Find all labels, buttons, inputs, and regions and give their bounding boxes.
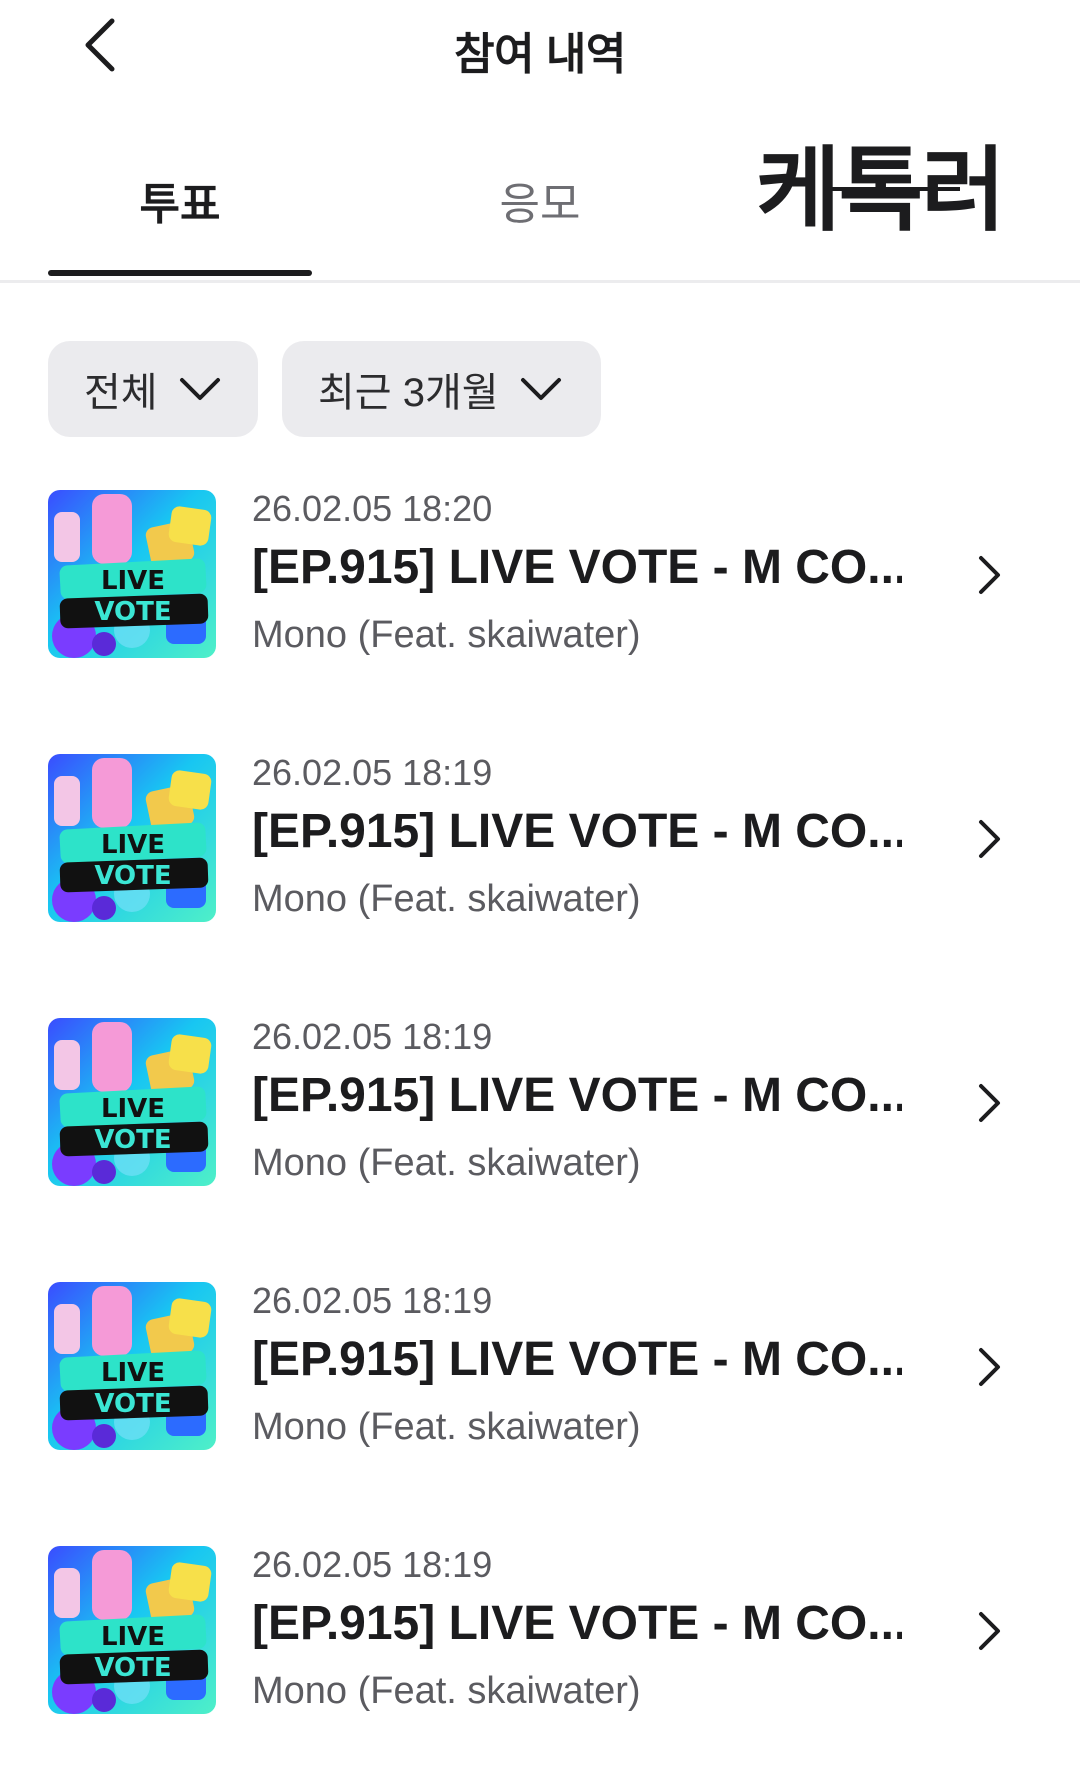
live-vote-thumbnail: LIVE VOTE — [48, 754, 216, 922]
thumb-live-text: LIVE — [101, 1622, 165, 1652]
list-item[interactable]: LIVE VOTE 26.02.05 18:20 [EP.915] LIVE V… — [0, 480, 1080, 670]
filter-all-dropdown[interactable]: 전체 — [48, 341, 258, 437]
tab-cheer-label: 케톡러 — [756, 140, 1006, 242]
live-vote-thumbnail: LIVE VOTE — [48, 1018, 216, 1186]
chevron-down-icon — [178, 375, 222, 403]
participation-date: 26.02.05 18:19 — [252, 1016, 493, 1057]
header: 참여 내역 — [0, 0, 1080, 90]
thumb-vote-text: VOTE — [94, 861, 171, 891]
filter-bar: 전체 최근 3개월 — [48, 341, 601, 437]
tab-entry[interactable]: 응모 — [405, 160, 675, 240]
thumb-vote-text: VOTE — [94, 1389, 171, 1419]
chevron-down-icon — [519, 375, 563, 403]
vote-subtitle: Mono (Feat. skaiwater) — [252, 614, 641, 656]
chevron-right-icon — [970, 1078, 1010, 1128]
tab-bar: 투표 응모 케톡러 — [0, 120, 1080, 283]
vote-subtitle: Mono (Feat. skaiwater) — [252, 1406, 641, 1448]
vote-title: [EP.915] LIVE VOTE - M CO... — [252, 1069, 902, 1122]
list-item[interactable]: LIVE VOTE 26.02.05 18:19 [EP.915] LIVE V… — [0, 1536, 1080, 1726]
filter-period-label: 최근 3개월 — [318, 371, 499, 415]
chevron-right-icon — [970, 814, 1010, 864]
filter-period-dropdown[interactable]: 최근 3개월 — [282, 341, 601, 437]
thumb-live-text: LIVE — [101, 830, 165, 860]
thumb-vote-text: VOTE — [94, 1125, 171, 1155]
thumb-vote-text: VOTE — [94, 1653, 171, 1683]
thumb-vote-text: VOTE — [94, 597, 171, 627]
strike-line — [830, 187, 960, 191]
list-item[interactable]: LIVE VOTE 26.02.05 18:19 [EP.915] LIVE V… — [0, 1272, 1080, 1462]
vote-title: [EP.915] LIVE VOTE - M CO... — [252, 805, 902, 858]
thumb-live-text: LIVE — [101, 566, 165, 596]
chevron-right-icon — [970, 550, 1010, 600]
vote-subtitle: Mono (Feat. skaiwater) — [252, 878, 641, 920]
participation-date: 26.02.05 18:19 — [252, 1544, 493, 1585]
vote-title: [EP.915] LIVE VOTE - M CO... — [252, 1333, 902, 1386]
chevron-right-icon — [970, 1606, 1010, 1656]
filter-all-label: 전체 — [84, 371, 158, 415]
participation-date: 26.02.05 18:19 — [252, 752, 493, 793]
participation-date: 26.02.05 18:20 — [252, 488, 493, 529]
participation-date: 26.02.05 18:19 — [252, 1280, 493, 1321]
active-tab-indicator — [48, 270, 312, 276]
page-title: 참여 내역 — [454, 30, 626, 79]
thumb-live-text: LIVE — [101, 1094, 165, 1124]
chevron-right-icon — [970, 1342, 1010, 1392]
tab-cheer[interactable]: 케톡러 — [730, 120, 1030, 245]
thumb-live-text: LIVE — [101, 1358, 165, 1388]
list-item[interactable]: LIVE VOTE 26.02.05 18:19 [EP.915] LIVE V… — [0, 744, 1080, 934]
live-vote-thumbnail: LIVE VOTE — [48, 1546, 216, 1714]
list-item[interactable]: LIVE VOTE 26.02.05 18:19 [EP.915] LIVE V… — [0, 1008, 1080, 1198]
vote-subtitle: Mono (Feat. skaiwater) — [252, 1142, 641, 1184]
live-vote-thumbnail: LIVE VOTE — [48, 1282, 216, 1450]
tab-vote[interactable]: 투표 — [48, 160, 312, 240]
vote-title: [EP.915] LIVE VOTE - M CO... — [252, 1597, 902, 1650]
vote-title: [EP.915] LIVE VOTE - M CO... — [252, 541, 902, 594]
live-vote-thumbnail: LIVE VOTE — [48, 490, 216, 658]
vote-subtitle: Mono (Feat. skaiwater) — [252, 1670, 641, 1712]
